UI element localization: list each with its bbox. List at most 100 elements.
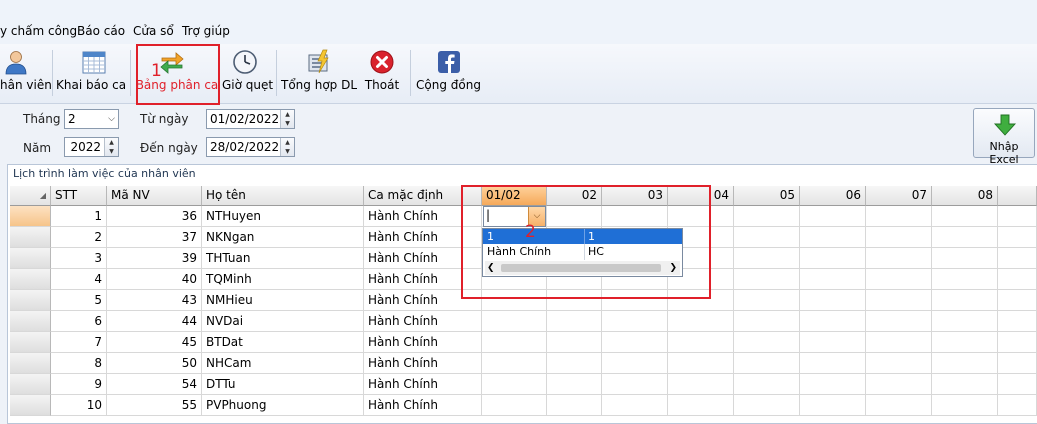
row-header[interactable] <box>10 227 51 248</box>
cell-day[interactable] <box>932 290 998 311</box>
row-header[interactable] <box>10 353 51 374</box>
cell-day[interactable] <box>482 395 547 416</box>
cell-day[interactable] <box>866 269 932 290</box>
spin-down-icon[interactable]: ▼ <box>281 119 294 128</box>
cell-ca[interactable]: Hành Chính <box>364 395 482 416</box>
cell-name[interactable]: NMHieu <box>202 290 364 311</box>
cell-day[interactable] <box>734 353 800 374</box>
cell-ma[interactable]: 39 <box>107 248 202 269</box>
header-day-07[interactable]: 07 <box>866 186 932 206</box>
cell-name[interactable]: TQMinh <box>202 269 364 290</box>
cell-name[interactable]: NVDai <box>202 311 364 332</box>
cell-day[interactable] <box>547 311 602 332</box>
cell-day[interactable] <box>932 395 998 416</box>
cell-ma[interactable]: 43 <box>107 290 202 311</box>
cell-ca[interactable]: Hành Chính <box>364 374 482 395</box>
to-date-spinner[interactable]: ▲ ▼ <box>280 138 294 156</box>
cell-day[interactable] <box>866 332 932 353</box>
cell-stt[interactable]: 4 <box>51 269 107 290</box>
cell-name[interactable]: NHCam <box>202 353 364 374</box>
cell-day[interactable] <box>800 206 866 227</box>
spin-down-icon[interactable]: ▼ <box>105 147 118 156</box>
row-header[interactable] <box>10 248 51 269</box>
chevron-down-icon[interactable]: ⌵ <box>108 110 115 128</box>
cell-day[interactable] <box>547 395 602 416</box>
cell-day[interactable] <box>734 248 800 269</box>
header-day-06[interactable]: 06 <box>800 186 866 206</box>
cell-day[interactable] <box>932 353 998 374</box>
cell-day[interactable] <box>800 395 866 416</box>
spin-up-icon[interactable]: ▲ <box>105 138 118 147</box>
exit-button[interactable]: Thoát <box>362 44 402 102</box>
cell-day[interactable] <box>602 311 668 332</box>
menu-cua-so[interactable]: Cửa sổ <box>133 24 174 38</box>
cell-day[interactable] <box>932 311 998 332</box>
cell-stt[interactable]: 1 <box>51 206 107 227</box>
cell-ma[interactable]: 44 <box>107 311 202 332</box>
cell-stt[interactable]: 10 <box>51 395 107 416</box>
cell-day[interactable] <box>668 353 734 374</box>
row-header[interactable] <box>10 311 51 332</box>
cell-day[interactable] <box>482 332 547 353</box>
cell-day[interactable] <box>734 206 800 227</box>
header-ma-nv[interactable]: Mã NV <box>107 186 202 206</box>
spin-up-icon[interactable]: ▲ <box>281 138 294 147</box>
cell-day[interactable] <box>932 248 998 269</box>
year-field[interactable]: 2022 ▲ ▼ <box>64 137 119 157</box>
cell-day[interactable] <box>866 290 932 311</box>
menu-tro-giup[interactable]: Trợ giúp <box>182 24 230 38</box>
cell-day[interactable] <box>734 290 800 311</box>
cell-day[interactable] <box>668 395 734 416</box>
cell-stt[interactable]: 8 <box>51 353 107 374</box>
cell-stt[interactable]: 6 <box>51 311 107 332</box>
row-header[interactable] <box>10 206 51 227</box>
cell-day[interactable] <box>932 206 998 227</box>
cell-day[interactable] <box>866 311 932 332</box>
cell-name[interactable]: DTTu <box>202 374 364 395</box>
cell-ma[interactable]: 37 <box>107 227 202 248</box>
cell-day[interactable] <box>866 248 932 269</box>
row-header[interactable] <box>10 374 51 395</box>
cell-day[interactable] <box>602 332 668 353</box>
cell-day[interactable] <box>547 374 602 395</box>
cell-day[interactable] <box>866 353 932 374</box>
cell-day[interactable] <box>734 395 800 416</box>
cell-day[interactable] <box>800 311 866 332</box>
employee-button[interactable]: hân viên <box>0 44 52 102</box>
cell-day[interactable] <box>932 332 998 353</box>
cell-day[interactable] <box>800 353 866 374</box>
cell-day[interactable] <box>547 332 602 353</box>
cell-stt[interactable]: 9 <box>51 374 107 395</box>
row-header[interactable] <box>10 290 51 311</box>
cell-day[interactable] <box>800 290 866 311</box>
menu-cham-cong[interactable]: y chấm công <box>0 24 77 38</box>
community-button[interactable]: Cộng đồng <box>416 44 481 102</box>
cell-day[interactable] <box>602 374 668 395</box>
cell-ca[interactable]: Hành Chính <box>364 332 482 353</box>
cell-ma[interactable]: 54 <box>107 374 202 395</box>
row-header[interactable] <box>10 395 51 416</box>
cell-day[interactable] <box>734 227 800 248</box>
cell-day[interactable] <box>668 332 734 353</box>
cell-ma[interactable]: 55 <box>107 395 202 416</box>
header-stt[interactable]: STT <box>51 186 107 206</box>
cell-day[interactable] <box>866 206 932 227</box>
cell-day[interactable] <box>932 227 998 248</box>
cell-name[interactable]: BTDat <box>202 332 364 353</box>
cell-day[interactable] <box>932 374 998 395</box>
cell-stt[interactable]: 2 <box>51 227 107 248</box>
summary-data-button[interactable]: Tổng hợp DL <box>281 44 357 102</box>
cell-name[interactable]: NKNgan <box>202 227 364 248</box>
spin-up-icon[interactable]: ▲ <box>281 110 294 119</box>
cell-day[interactable] <box>547 353 602 374</box>
cell-day[interactable] <box>866 227 932 248</box>
spin-down-icon[interactable]: ▼ <box>281 147 294 156</box>
cell-day[interactable] <box>866 395 932 416</box>
cell-ma[interactable]: 45 <box>107 332 202 353</box>
cell-day[interactable] <box>668 311 734 332</box>
month-select[interactable]: 2 ⌵ <box>64 109 119 129</box>
cell-day[interactable] <box>602 395 668 416</box>
cell-day[interactable] <box>800 269 866 290</box>
row-header[interactable] <box>10 332 51 353</box>
header-day-08[interactable]: 08 <box>932 186 998 206</box>
